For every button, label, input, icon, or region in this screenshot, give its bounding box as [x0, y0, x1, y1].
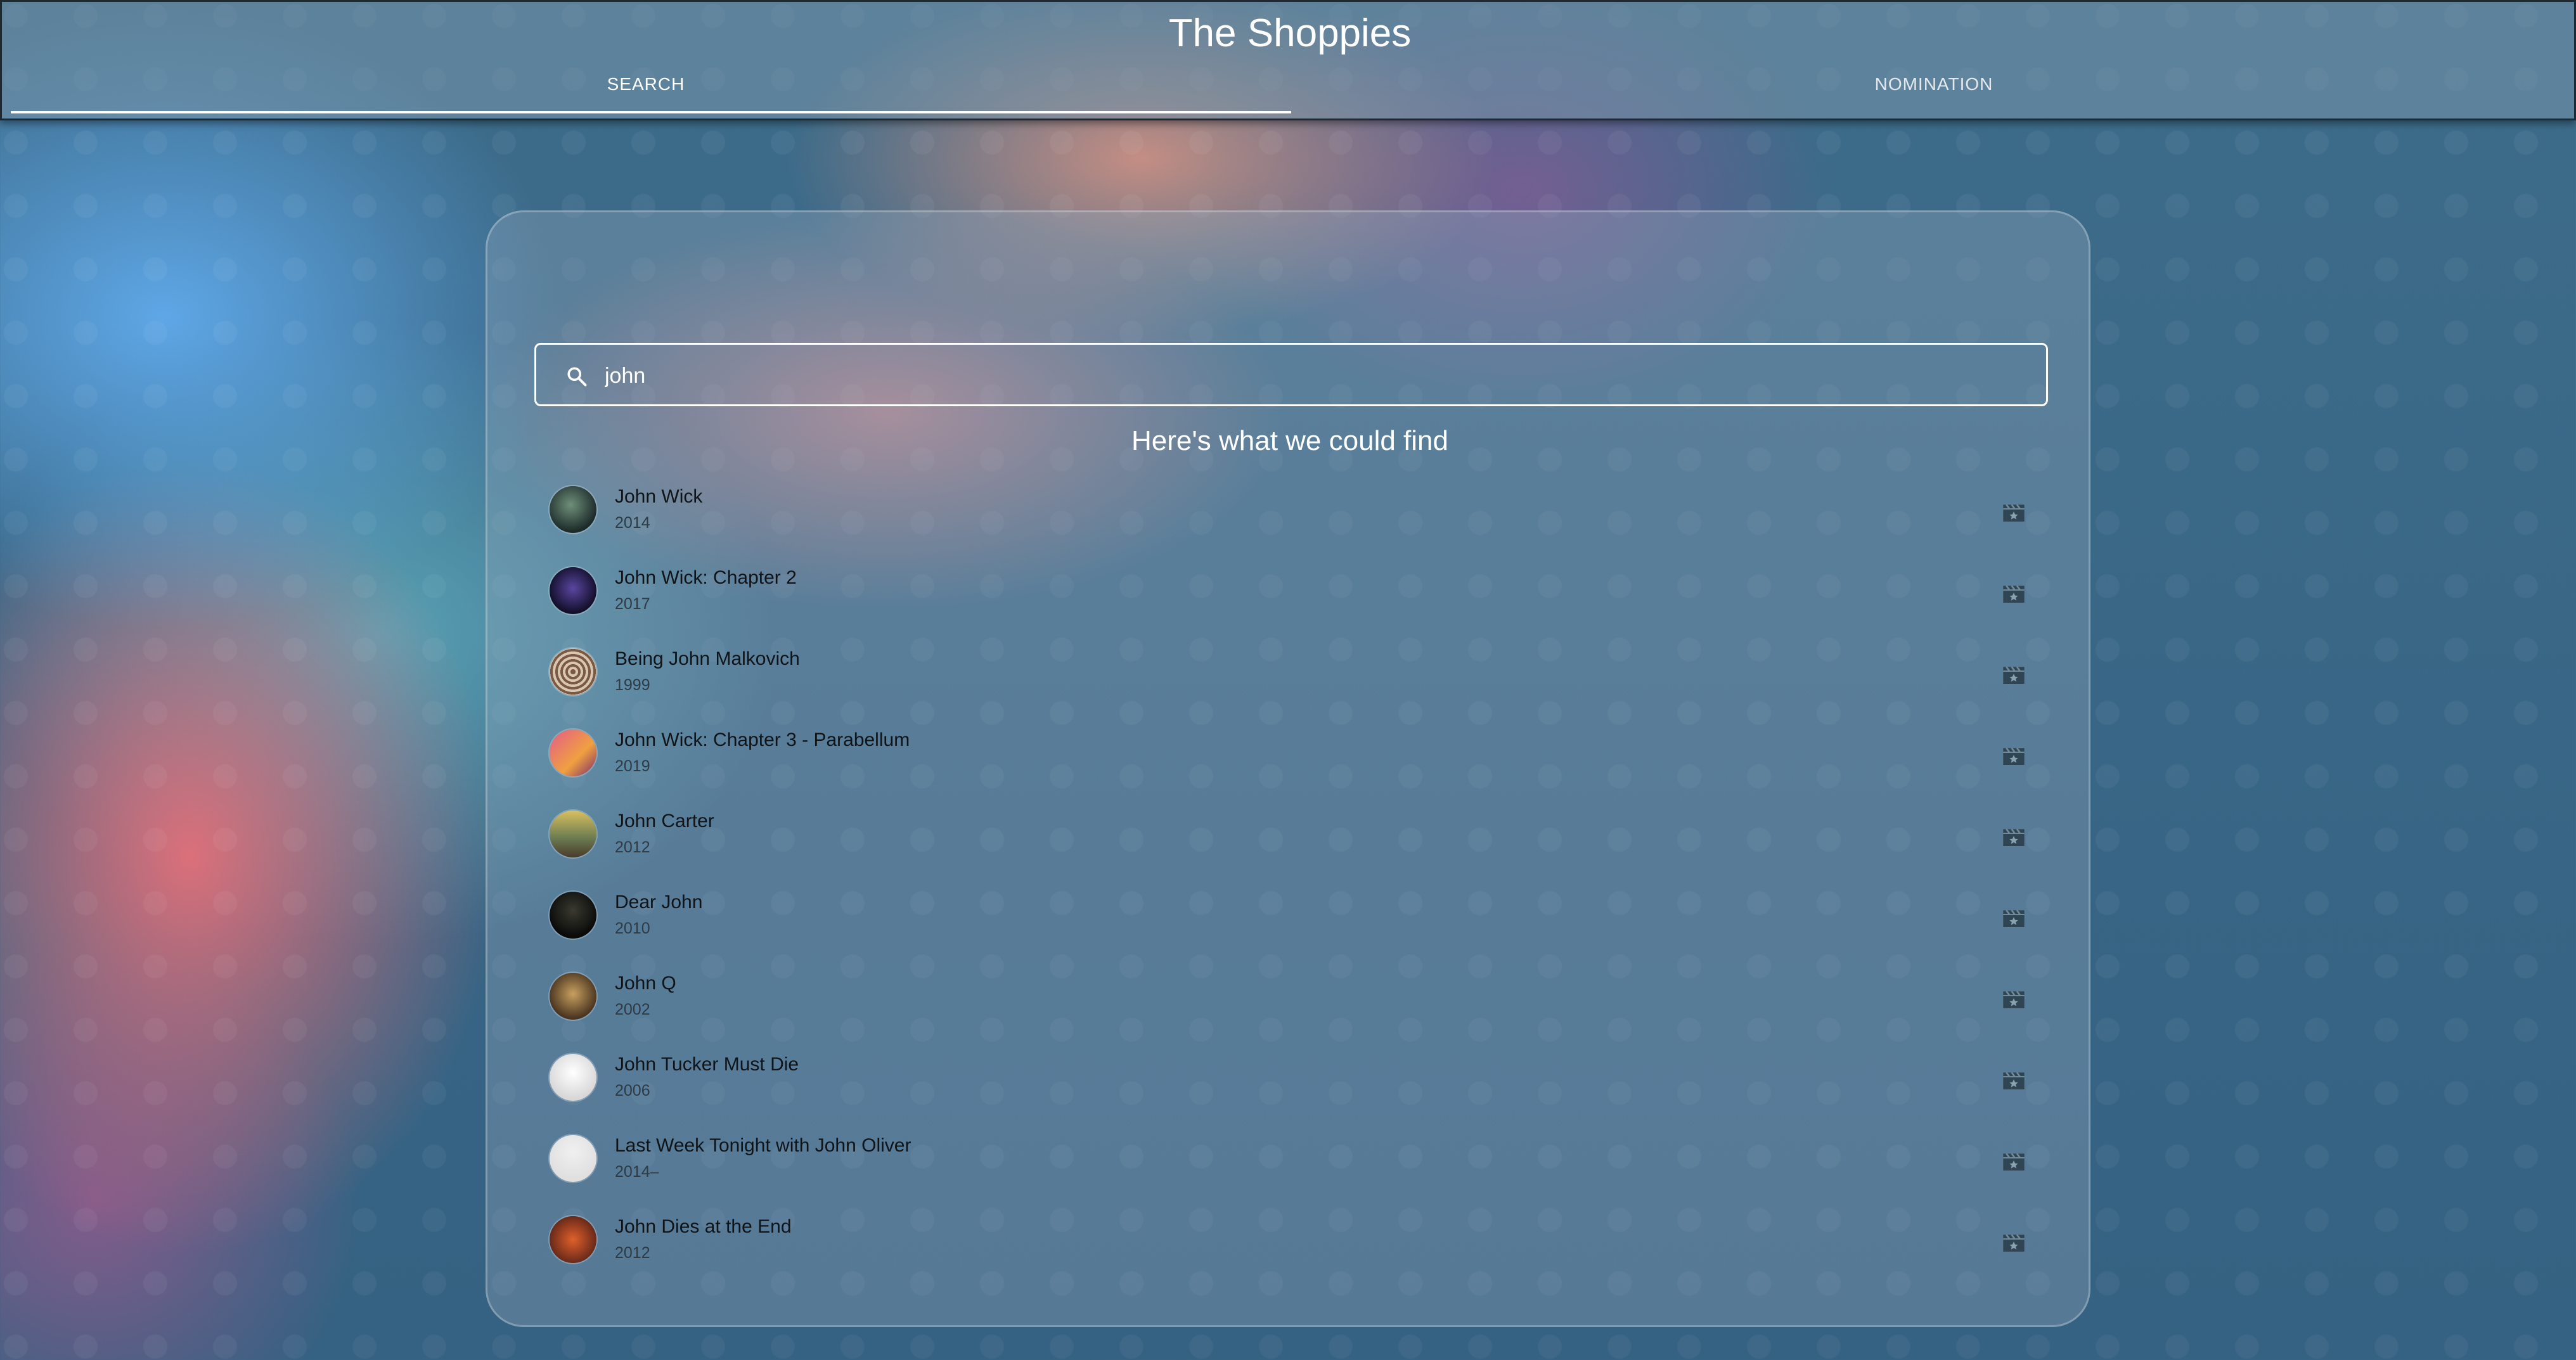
poster-avatar — [550, 811, 596, 857]
poster-avatar — [550, 1054, 596, 1101]
result-year: 2002 — [615, 1001, 650, 1018]
result-title: John Carter — [615, 811, 714, 831]
result-row[interactable]: John Carter 2012 — [550, 802, 2030, 883]
poster-avatar — [550, 892, 596, 939]
result-title: John Dies at the End — [615, 1216, 792, 1237]
movie-icon[interactable] — [2001, 745, 2026, 766]
result-year: 2012 — [615, 1244, 650, 1262]
result-row[interactable]: John Tucker Must Die 2006 — [550, 1045, 2030, 1126]
tab-search[interactable]: SEARCH — [2, 74, 1290, 94]
tab-nomination[interactable]: NOMINATION — [1290, 74, 2576, 94]
result-row[interactable]: John Q 2002 — [550, 964, 2030, 1045]
result-title: Last Week Tonight with John Oliver — [615, 1135, 911, 1156]
movie-icon[interactable] — [2001, 664, 2026, 685]
poster-avatar — [550, 567, 596, 614]
results-list: John Wick 2014 John Wick: Chapter 2 2017 Bei… — [550, 477, 2030, 1288]
poster-avatar — [550, 648, 596, 695]
result-title: John Q — [615, 973, 676, 994]
poster-avatar — [550, 973, 596, 1020]
active-tab-indicator — [11, 111, 1291, 113]
search-icon — [567, 367, 587, 387]
result-title: Being John Malkovich — [615, 648, 800, 669]
search-field[interactable] — [534, 343, 2048, 406]
movie-icon[interactable] — [2001, 826, 2026, 847]
result-row[interactable]: John Wick: Chapter 2 2017 — [550, 558, 2030, 639]
movie-icon[interactable] — [2001, 1069, 2026, 1091]
movie-icon[interactable] — [2001, 1231, 2026, 1253]
result-title: John Wick — [615, 486, 703, 507]
result-year: 2019 — [615, 757, 650, 775]
result-row[interactable]: Last Week Tonight with John Oliver 2014– — [550, 1126, 2030, 1207]
movie-icon[interactable] — [2001, 501, 2026, 523]
poster-avatar — [550, 1216, 596, 1263]
search-input[interactable] — [603, 359, 2000, 393]
result-row[interactable]: Being John Malkovich 1999 — [550, 639, 2030, 721]
result-year: 2006 — [615, 1082, 650, 1100]
results-heading: Here's what we could find — [1131, 425, 1448, 456]
result-title: John Wick: Chapter 3 - Parabellum — [615, 729, 910, 750]
result-year: 2017 — [615, 595, 650, 613]
result-row[interactable]: John Dies at the End 2012 — [550, 1207, 2030, 1288]
movie-icon[interactable] — [2001, 1150, 2026, 1172]
search-card: Here's what we could find John Wick2014J… — [486, 210, 2090, 1327]
result-title: John Wick: Chapter 2 — [615, 567, 797, 588]
movie-icon[interactable] — [2001, 907, 2026, 928]
movie-icon[interactable] — [2001, 582, 2026, 604]
result-year: 1999 — [615, 676, 650, 694]
result-year: 2014 — [615, 514, 650, 532]
movie-icon[interactable] — [2001, 988, 2026, 1010]
result-row[interactable]: Dear John 2010 — [550, 883, 2030, 964]
poster-avatar — [550, 486, 596, 533]
result-year: 2010 — [615, 920, 650, 937]
poster-avatar — [550, 729, 596, 776]
result-title: John Tucker Must Die — [615, 1054, 799, 1075]
result-title: Dear John — [615, 892, 703, 913]
result-year: 2012 — [615, 838, 650, 856]
poster-avatar — [550, 1135, 596, 1182]
result-row[interactable]: John Wick 2014 — [550, 477, 2030, 558]
app-header: The Shoppies SEARCH NOMINATION — [0, 0, 2576, 120]
app-title: The Shoppies — [1168, 11, 1412, 55]
result-year: 2014– — [615, 1163, 659, 1181]
result-row[interactable]: John Wick: Chapter 3 - Parabellum 2019 — [550, 721, 2030, 802]
